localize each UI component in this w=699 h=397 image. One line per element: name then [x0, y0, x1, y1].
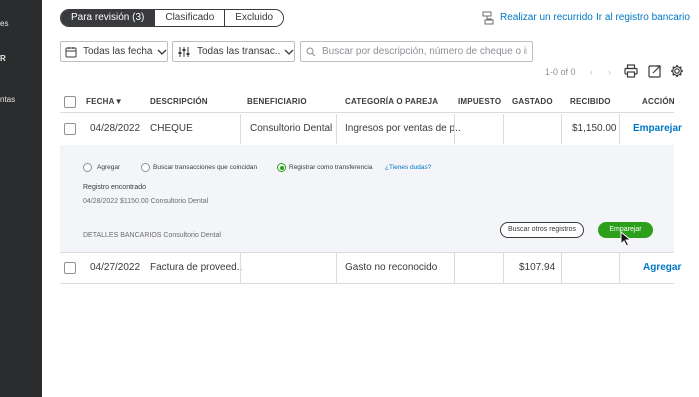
recurring-link[interactable]: Realizar un recurrido [500, 12, 593, 23]
divider [454, 114, 455, 144]
row-checkbox[interactable] [64, 123, 76, 135]
row-description: CHEQUE [150, 123, 193, 134]
divider [336, 253, 337, 283]
row-date: 04/28/2022 [90, 123, 141, 134]
chevron-down-icon [284, 49, 294, 55]
row-checkbox[interactable] [64, 262, 76, 274]
bank-details: DETALLES BANCARIOS Consultorio Dental [83, 232, 221, 239]
row-payee[interactable]: Consultorio Dental [250, 123, 332, 134]
column-header-received[interactable]: RECIBIDO [570, 97, 611, 106]
divider [454, 253, 455, 283]
row-date: 04/27/2022 [90, 262, 141, 273]
chevron-down-icon [157, 49, 167, 55]
recurring-icon[interactable] [482, 11, 494, 25]
radio-find-match[interactable] [141, 163, 150, 172]
pagination-text: 1-0 of 0 [545, 67, 576, 77]
divider [336, 114, 337, 144]
date-filter-dropdown[interactable]: Todas las fechas [60, 41, 168, 62]
prev-page-button[interactable]: ‹ [590, 67, 593, 77]
radio-add[interactable] [83, 163, 92, 172]
row-category[interactable]: Gasto no reconocido [345, 262, 437, 273]
date-filter-label: Todas las fechas [83, 46, 153, 57]
divider [619, 114, 620, 144]
gear-icon[interactable] [670, 64, 684, 78]
column-header-category[interactable]: CATEGORÍA O PAREJA [345, 97, 438, 106]
divider [619, 253, 620, 283]
find-other-records-button[interactable]: Buscar otros registros [500, 222, 584, 238]
add-link[interactable]: Agregar [643, 262, 681, 273]
divider [240, 114, 241, 144]
export-icon[interactable] [648, 64, 662, 78]
help-link[interactable]: ¿Tienes dudas? [385, 164, 431, 171]
review-tabs: Para revisión (3) Clasificado Excluido [60, 9, 285, 27]
search-input[interactable] [322, 46, 527, 57]
radio-find-match-label: Buscar transacciones que coincidan [153, 164, 258, 171]
found-record-title: Registro encontrado [83, 184, 147, 191]
sidebar: es R ntas [0, 0, 42, 397]
tab-excluded[interactable]: Excluido [225, 10, 284, 26]
tab-categorized[interactable]: Clasificado [155, 10, 226, 26]
column-header-description[interactable]: DESCRIPCIÓN [150, 97, 208, 106]
row-spent: $107.94 [519, 262, 556, 273]
search-icon [306, 47, 316, 56]
column-header-payee[interactable]: BENEFICIARIO [247, 97, 307, 106]
radio-record-transfer-label: Registrar como transferencia [289, 164, 373, 171]
next-page-button[interactable]: › [608, 67, 611, 77]
found-record-detail: 04/28/2022 $1150.00 Consultorio Dental [83, 198, 209, 205]
main-content: Para revisión (3) Clasificado Excluido R… [42, 0, 699, 397]
divider [561, 114, 562, 144]
radio-record-transfer[interactable] [277, 163, 286, 172]
divider [240, 253, 241, 283]
mouse-cursor-icon [620, 231, 632, 247]
row-description: Factura de proveed.. [150, 262, 243, 273]
sliders-icon [178, 46, 190, 57]
column-header-action: ACCIÓN [642, 97, 675, 106]
column-header-tax[interactable]: IMPUESTO [458, 97, 501, 106]
row-received: $1,150.00 [572, 123, 617, 134]
printer-icon[interactable] [624, 64, 638, 78]
calendar-icon [65, 46, 77, 57]
bank-register-link[interactable]: Ir al registro bancario [596, 12, 690, 23]
divider [60, 252, 674, 253]
match-link[interactable]: Emparejar [633, 123, 682, 134]
radio-add-label: Agregar [97, 164, 121, 171]
divider [503, 114, 504, 144]
divider [561, 253, 562, 283]
row-category[interactable]: Ingresos por ventas de p.. [345, 123, 461, 134]
sidebar-item-label[interactable]: R [0, 54, 6, 63]
transactions-filter-label: Todas las transac... [197, 46, 280, 57]
column-header-date[interactable]: FECHA▼ [86, 97, 123, 106]
transactions-filter-dropdown[interactable]: Todas las transac... [172, 41, 295, 62]
sidebar-item-label[interactable]: ntas [0, 95, 15, 104]
tab-for-review[interactable]: Para revisión (3) [61, 10, 156, 26]
sidebar-item-label[interactable]: es [0, 19, 8, 28]
search-box [300, 41, 533, 62]
column-header-spent[interactable]: GASTADO [512, 97, 553, 106]
divider [60, 283, 674, 284]
divider [503, 253, 504, 283]
select-all-checkbox[interactable] [64, 96, 76, 108]
divider [60, 112, 674, 113]
